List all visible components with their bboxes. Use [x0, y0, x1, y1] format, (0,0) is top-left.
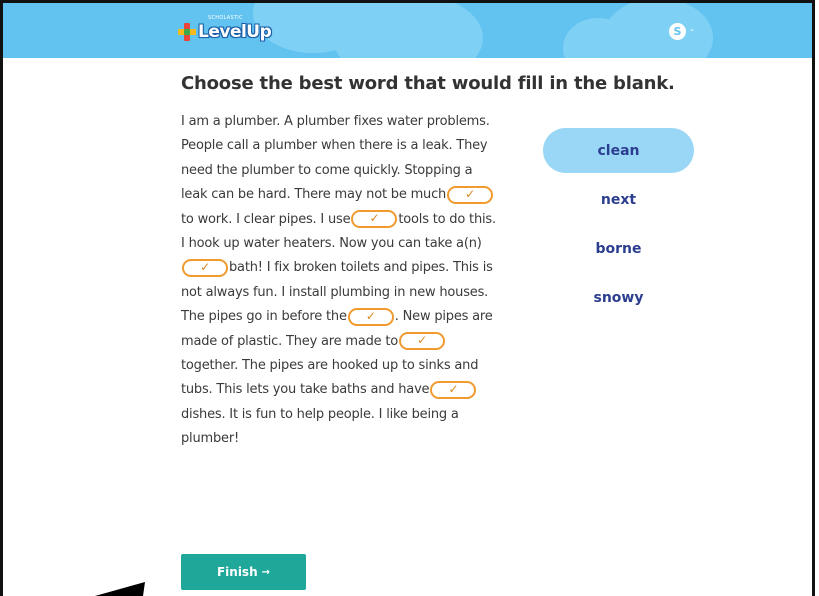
logo-text: LevelUp: [198, 22, 272, 42]
logo-superscript: SCHOLASTIC: [208, 15, 243, 21]
passage-line: need the plumber to come quickly. Stoppi…: [181, 159, 551, 183]
passage-segment: together. The pipes are hooked up to sin…: [181, 357, 479, 373]
passage-segment: I hook up water heaters. Now you can tak…: [181, 235, 482, 251]
passage-segment: The pipes go in before the: [181, 309, 347, 325]
blank-slot[interactable]: ✓: [351, 210, 398, 229]
passage-line: I am a plumber. A plumber fixes water pr…: [181, 110, 551, 134]
passage-line: ✓ bath! I fix broken toilets and pipes. T…: [181, 256, 551, 280]
passage-segment: People call a plumber when there is a le…: [181, 138, 488, 154]
passage-line: I hook up water heaters. Now you can tak…: [181, 232, 551, 256]
blank-slot[interactable]: ✓: [347, 307, 394, 326]
passage-segment: need the plumber to come quickly. Stoppi…: [181, 162, 473, 178]
passage-segment: leak can be hard. There may not be much: [181, 187, 447, 203]
option-next[interactable]: next: [543, 177, 694, 222]
option-borne[interactable]: borne: [543, 226, 694, 271]
passage-line: together. The pipes are hooked up to sin…: [181, 354, 551, 378]
blank-slot[interactable]: ✓: [430, 380, 477, 399]
passage-text: I am a plumber. A plumber fixes water pr…: [181, 110, 551, 451]
question-prompt: Choose the best word that would fill in …: [181, 73, 675, 94]
passage-line: People call a plumber when there is a le…: [181, 134, 551, 158]
passage-segment: not always fun. I install plumbing in ne…: [181, 284, 489, 300]
cloud-decoration: [603, 3, 713, 58]
finish-button[interactable]: Finish →: [181, 554, 306, 590]
blank-slot[interactable]: ✓: [399, 332, 446, 351]
passage-segment: I am a plumber. A plumber fixes water pr…: [181, 114, 490, 129]
passage-line: dishes. It is fun to help people. I like…: [181, 403, 551, 427]
app-frame: SCHOLASTIC LevelUp S - Choose the best w…: [0, 0, 815, 596]
arrow-right-icon: →: [261, 566, 271, 578]
finish-label: Finish: [216, 565, 258, 579]
passage-line: plumber!: [181, 427, 551, 451]
passage-line: tubs. This lets you take baths and have ✓: [181, 378, 551, 402]
blank-slot[interactable]: ✓: [182, 258, 228, 277]
passage-line: not always fun. I install plumbing in ne…: [181, 281, 551, 305]
passage-segment: tools to do this.: [398, 211, 496, 227]
passage-line: The pipes go in before the ✓. New pipes a…: [181, 305, 551, 329]
passage-line: leak can be hard. There may not be much ✓: [181, 183, 551, 207]
blank-slot[interactable]: ✓: [447, 185, 494, 204]
passage-segment: dishes. It is fun to help people. I like…: [181, 406, 459, 422]
passage-segment: plumber!: [181, 431, 239, 447]
passage-segment: to work. I clear pipes. I use: [181, 211, 351, 227]
pointer-arrow-icon: [95, 582, 145, 596]
levelup-logo[interactable]: SCHOLASTIC LevelUp: [178, 15, 272, 43]
word-options: clean next borne snowy: [543, 128, 694, 324]
passage-segment: . New pipes are: [394, 309, 493, 325]
passage-segment: made of plastic. They are made to: [181, 333, 399, 349]
user-avatar[interactable]: S: [669, 23, 686, 40]
option-snowy[interactable]: snowy: [543, 275, 694, 320]
passage-line: made of plastic. They are made to ✓: [181, 330, 551, 354]
avatar-menu-icon[interactable]: -: [690, 23, 694, 36]
cloud-decoration: [333, 3, 483, 58]
passage-segment: tubs. This lets you take baths and have: [181, 382, 430, 398]
passage-line: to work. I clear pipes. I use ✓ tools to d…: [181, 208, 551, 232]
header-bar: SCHOLASTIC LevelUp S -: [3, 3, 812, 58]
option-clean[interactable]: clean: [543, 128, 694, 173]
logo-cross-icon: [178, 23, 196, 41]
passage-segment: bath! I fix broken toilets and pipes. Th…: [229, 260, 493, 276]
